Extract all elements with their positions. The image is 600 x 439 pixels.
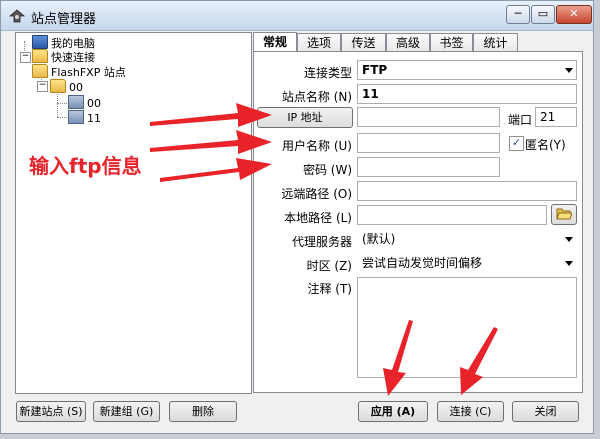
arrow-to-ip-field	[150, 103, 272, 127]
arrow-to-apply-button	[383, 320, 413, 396]
annotation-arrows	[150, 103, 498, 396]
arrow-to-password-field	[160, 158, 272, 182]
arrow-to-connect-button	[460, 327, 498, 395]
arrow-to-username-field	[150, 130, 272, 154]
